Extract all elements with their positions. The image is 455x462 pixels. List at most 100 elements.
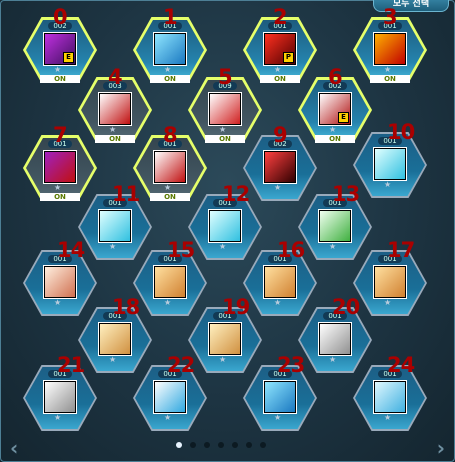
- skill-icon-blue-lotus-icon[interactable]: [373, 380, 407, 414]
- favorite-star-icon[interactable]: ★: [274, 413, 281, 422]
- page-dot[interactable]: [190, 442, 196, 448]
- page-dot[interactable]: [204, 442, 210, 448]
- favorite-star-icon[interactable]: ★: [384, 65, 391, 74]
- page-dot[interactable]: [218, 442, 224, 448]
- skill-icon-cyan-wings-icon[interactable]: [373, 147, 407, 181]
- slot-number: 11: [112, 182, 140, 206]
- page-dot[interactable]: [176, 442, 182, 448]
- skill-slot[interactable]: 18 001 ★: [78, 295, 152, 373]
- skill-icon-grey-party-plus-icon[interactable]: [43, 380, 77, 414]
- skill-icon-blue-target-icon[interactable]: [263, 380, 297, 414]
- skill-slot[interactable]: 20 001 ★: [298, 295, 372, 373]
- skill-slot[interactable]: 4 003 ★ ON: [78, 65, 152, 143]
- skill-slot[interactable]: 23 001 ★: [243, 353, 317, 431]
- skill-slot[interactable]: 21 001 ★: [23, 353, 97, 431]
- favorite-star-icon[interactable]: ★: [109, 242, 116, 251]
- skill-icon-grey-party-plus-icon[interactable]: [318, 322, 352, 356]
- favorite-star-icon[interactable]: ★: [274, 298, 281, 307]
- favorite-star-icon[interactable]: ★: [274, 65, 281, 74]
- slot-number: 12: [222, 182, 250, 206]
- favorite-star-icon[interactable]: ★: [329, 125, 336, 134]
- favorite-star-icon[interactable]: ★: [329, 242, 336, 251]
- skill-slot[interactable]: 24 001 ★: [353, 353, 427, 431]
- favorite-star-icon[interactable]: ★: [109, 125, 116, 134]
- on-status-label: ON: [40, 193, 80, 201]
- skill-icon-purple-red-shield-icon[interactable]: [43, 150, 77, 184]
- favorite-star-icon[interactable]: ★: [274, 183, 281, 192]
- prev-page-arrow-icon[interactable]: ‹: [10, 436, 18, 460]
- page-dot[interactable]: [260, 442, 266, 448]
- page-dot[interactable]: [232, 442, 238, 448]
- skill-icon-red-black-shield-icon[interactable]: [98, 92, 132, 126]
- skill-icon-red-dragon-icon[interactable]: [373, 32, 407, 66]
- favorite-star-icon[interactable]: ★: [109, 355, 116, 364]
- skill-icon-purple-cross-e-icon[interactable]: E: [43, 32, 77, 66]
- slot-number: 13: [332, 182, 360, 206]
- next-page-arrow-icon[interactable]: ›: [437, 436, 445, 460]
- skill-icon-cyan-wings-icon[interactable]: [208, 209, 242, 243]
- skill-slot[interactable]: 0 002 E ★ ON: [23, 5, 97, 83]
- on-status-label: ON: [370, 75, 410, 83]
- skill-slot[interactable]: 1 001 ★ ON: [133, 5, 207, 83]
- skill-icon-gold-fountain-icon[interactable]: [208, 322, 242, 356]
- skill-slot[interactable]: 2 001 P ★ ON: [243, 5, 317, 83]
- slot-number: 3: [383, 5, 398, 29]
- skill-tag: E: [338, 112, 349, 123]
- skill-slot[interactable]: 9 002 ★: [243, 123, 317, 201]
- skill-icon-blue-runner-icon[interactable]: [153, 380, 187, 414]
- skill-tag: P: [283, 52, 294, 63]
- favorite-star-icon[interactable]: ★: [384, 298, 391, 307]
- skill-icon-gold-burst-icon[interactable]: [153, 265, 187, 299]
- skill-icon-black-slash-e-icon[interactable]: E: [318, 92, 352, 126]
- favorite-star-icon[interactable]: ★: [54, 65, 61, 74]
- skill-icon-gold-fountain-icon[interactable]: [98, 322, 132, 356]
- slot-number: 20: [332, 295, 360, 319]
- skill-tag: E: [63, 52, 74, 63]
- favorite-star-icon[interactable]: ★: [219, 355, 226, 364]
- slot-number: 21: [57, 353, 85, 377]
- skill-icon-cyan-wings-icon[interactable]: [98, 209, 132, 243]
- on-status-label: ON: [95, 135, 135, 143]
- skill-slot[interactable]: 5 009 ★ ON: [188, 65, 262, 143]
- favorite-star-icon[interactable]: ★: [164, 413, 171, 422]
- favorite-star-icon[interactable]: ★: [54, 298, 61, 307]
- skill-icon-green-eye-icon[interactable]: [318, 209, 352, 243]
- favorite-star-icon[interactable]: ★: [384, 413, 391, 422]
- favorite-star-icon[interactable]: ★: [164, 298, 171, 307]
- slot-number: 4: [108, 65, 123, 89]
- slot-number: 19: [222, 295, 250, 319]
- skill-slot[interactable]: 22 001 ★: [133, 353, 207, 431]
- favorite-star-icon[interactable]: ★: [329, 355, 336, 364]
- skill-icon-orange-totem-icon[interactable]: [43, 265, 77, 299]
- favorite-star-icon[interactable]: ★: [219, 242, 226, 251]
- skill-icon-red-black-slash-icon[interactable]: [208, 92, 242, 126]
- slot-number: 16: [277, 238, 305, 262]
- favorite-star-icon[interactable]: ★: [54, 413, 61, 422]
- skill-slot[interactable]: 19 001 ★: [188, 295, 262, 373]
- favorite-star-icon[interactable]: ★: [164, 183, 171, 192]
- favorite-star-icon[interactable]: ★: [164, 65, 171, 74]
- slot-number: 22: [167, 353, 195, 377]
- slot-number: 10: [387, 120, 415, 144]
- skill-icon-red-stripe-p-icon[interactable]: P: [263, 32, 297, 66]
- skill-icon-red-web-icon[interactable]: [263, 150, 297, 184]
- skill-slot[interactable]: 8 001 ★ ON: [133, 123, 207, 201]
- slot-number: 15: [167, 238, 195, 262]
- favorite-star-icon[interactable]: ★: [54, 183, 61, 192]
- skill-icon-red-black-cross-icon[interactable]: [153, 150, 187, 184]
- skill-slot[interactable]: 10 001 ★: [353, 120, 427, 198]
- skill-icon-blue-target-icon[interactable]: [153, 32, 187, 66]
- slot-number: 18: [112, 295, 140, 319]
- skill-icon-gold-burst-icon[interactable]: [263, 265, 297, 299]
- page-dot[interactable]: [246, 442, 252, 448]
- slot-number: 7: [53, 123, 68, 147]
- slot-number: 8: [163, 123, 178, 147]
- favorite-star-icon[interactable]: ★: [384, 180, 391, 189]
- slot-number: 2: [273, 5, 288, 29]
- page-indicator: [176, 442, 266, 448]
- skill-slot[interactable]: 7 001 ★ ON: [23, 123, 97, 201]
- on-status-label: ON: [260, 75, 300, 83]
- favorite-star-icon[interactable]: ★: [219, 125, 226, 134]
- skill-icon-gold-burst-icon[interactable]: [373, 265, 407, 299]
- skill-slot[interactable]: 3 001 ★ ON: [353, 5, 427, 83]
